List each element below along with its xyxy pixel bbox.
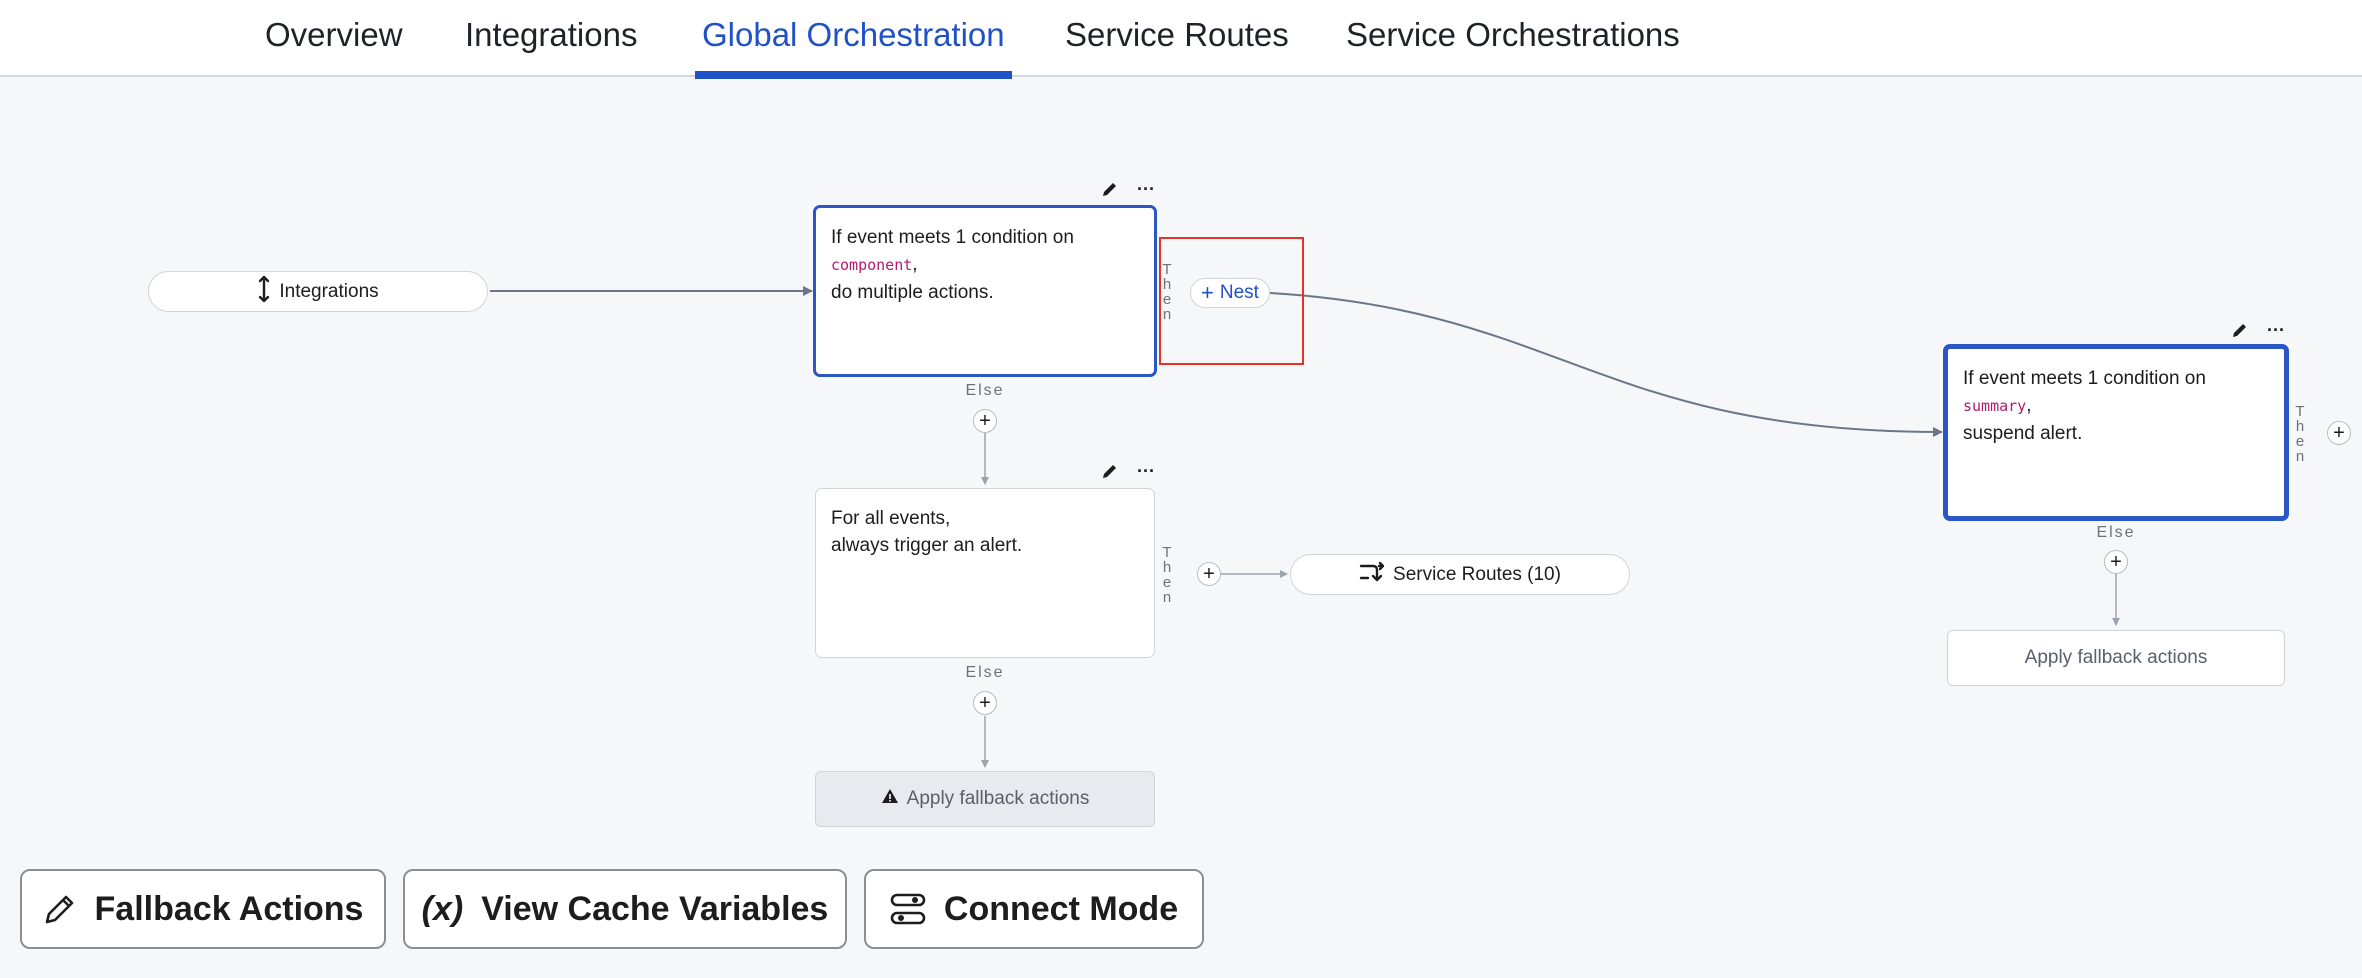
rule3-field-suffix: , xyxy=(2026,395,2032,416)
view-cache-variables-button[interactable]: (x) View Cache Variables xyxy=(403,869,847,949)
rule1-node[interactable]: If event meets 1 condition on component,… xyxy=(813,205,1157,377)
tab-service-routes[interactable]: Service Routes xyxy=(1065,16,1289,77)
route-icon xyxy=(1359,561,1385,589)
service-routes-label: Service Routes (10) xyxy=(1393,563,1561,585)
rule3-else-label: Else xyxy=(2096,524,2136,541)
rule2-tools: ··· xyxy=(1100,461,1156,481)
rule3-condition: summary, xyxy=(1963,392,2269,420)
tab-integrations[interactable]: Integrations xyxy=(465,16,637,77)
variable-icon: (x) xyxy=(421,889,464,928)
rule2-else-add-button[interactable]: + xyxy=(973,691,997,715)
edit-icon[interactable] xyxy=(1100,179,1120,199)
rule1-line1: If event meets 1 condition on xyxy=(831,227,1074,248)
nest-label: Nest xyxy=(1219,282,1259,303)
connect-mode-icon xyxy=(890,892,926,926)
plus-icon: + xyxy=(1201,280,1214,305)
rule1-field-suffix: , xyxy=(912,254,918,275)
rule2-then-label: Then xyxy=(1162,544,1172,606)
integrations-node[interactable]: Integrations xyxy=(148,271,488,312)
edit-icon[interactable] xyxy=(1100,461,1120,481)
rule3-apply-fallback-label: Apply fallback actions xyxy=(2024,647,2208,668)
warning-icon xyxy=(881,788,899,810)
rule3-else-add-button[interactable]: + xyxy=(2104,550,2128,574)
tab-service-orchestrations[interactable]: Service Orchestrations xyxy=(1346,16,1680,77)
integrations-icon xyxy=(257,275,271,309)
rule3-field: summary xyxy=(1963,397,2027,415)
apply-fallback-label: Apply fallback actions xyxy=(906,788,1090,809)
rule1-line3: do multiple actions. xyxy=(831,282,994,303)
connect-mode-button[interactable]: Connect Mode xyxy=(864,869,1204,949)
tab-bar: Overview Integrations Global Orchestrati… xyxy=(0,0,2362,79)
rule1-condition: component, xyxy=(831,251,1139,279)
tab-global-orchestration[interactable]: Global Orchestration xyxy=(695,16,1012,79)
rule3-node[interactable]: If event meets 1 condition on summary, s… xyxy=(1943,344,2289,521)
rule2-node[interactable]: For all events, always trigger an alert. xyxy=(815,488,1155,658)
rule3-tools: ··· xyxy=(2230,320,2286,340)
apply-fallback-actions-node[interactable]: Apply fallback actions xyxy=(815,771,1155,827)
fallback-actions-button[interactable]: Fallback Actions xyxy=(20,869,386,949)
tab-overview[interactable]: Overview xyxy=(265,16,403,77)
rule1-else-add-button[interactable]: + xyxy=(973,409,997,433)
rule1-tools: ··· xyxy=(1100,179,1156,199)
rule1-else-label: Else xyxy=(965,382,1005,399)
rule3-then-add-button[interactable]: + xyxy=(2327,421,2351,445)
edge-nest-to-rule3 xyxy=(1269,292,1943,437)
nest-button[interactable]: + Nest xyxy=(1190,278,1270,308)
rule2-else-label: Else xyxy=(965,664,1005,681)
rule1-field: component xyxy=(831,256,913,274)
pencil-icon xyxy=(43,892,77,926)
view-cache-variables-label: View Cache Variables xyxy=(481,889,829,928)
rule2-line1: For all events, xyxy=(831,508,951,529)
more-options-icon[interactable]: ··· xyxy=(2266,320,2286,340)
service-routes-node[interactable]: Service Routes (10) xyxy=(1290,554,1630,595)
rule3-then-label: Then xyxy=(2295,403,2305,465)
integrations-label: Integrations xyxy=(279,280,379,302)
edit-icon[interactable] xyxy=(2230,320,2250,340)
rule3-apply-fallback-node[interactable]: Apply fallback actions xyxy=(1947,630,2285,686)
rule3-line1: If event meets 1 condition on xyxy=(1963,368,2206,389)
rule2-then-add-button[interactable]: + xyxy=(1197,562,1221,586)
fallback-actions-label: Fallback Actions xyxy=(94,889,364,928)
more-options-icon[interactable]: ··· xyxy=(1136,179,1156,199)
rule2-line2: always trigger an alert. xyxy=(831,535,1023,556)
connect-mode-label: Connect Mode xyxy=(943,889,1179,928)
more-options-icon[interactable]: ··· xyxy=(1136,461,1156,481)
rule3-line3: suspend alert. xyxy=(1963,423,2083,444)
